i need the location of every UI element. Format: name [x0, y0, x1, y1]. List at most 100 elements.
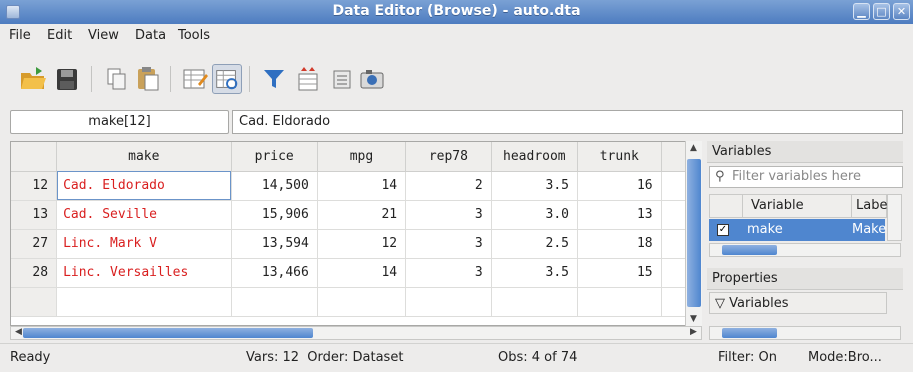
- column-header-make[interactable]: make: [56, 142, 232, 172]
- properties-horizontal-scrollbar[interactable]: [709, 326, 901, 340]
- cell-trunk[interactable]: 16: [577, 171, 662, 201]
- cell-trunk[interactable]: 15: [577, 258, 662, 288]
- cell-trunk[interactable]: 18: [577, 229, 662, 259]
- close-button[interactable]: ✕: [893, 3, 910, 20]
- window-title: Data Editor (Browse) - auto.dta: [332, 3, 581, 19]
- cell-make[interactable]: Cad. Eldorado: [56, 171, 232, 201]
- status-bar: Ready Vars: 12 Order: Dataset Obs: 4 of …: [0, 343, 913, 372]
- properties-variables-section[interactable]: ▽ Variables: [709, 292, 887, 314]
- cell-price[interactable]: 13,466: [231, 258, 318, 288]
- cell-trunk[interactable]: 13: [577, 200, 662, 230]
- edit-mode-icon[interactable]: [180, 64, 210, 94]
- toolbar-separator: [170, 66, 171, 92]
- column-header-mpg[interactable]: mpg: [317, 142, 407, 172]
- cell-rep78[interactable]: 3: [405, 200, 492, 230]
- variable-checkbox[interactable]: ✓: [717, 224, 729, 236]
- variable-row-make[interactable]: ✓ make Make: [709, 219, 887, 241]
- variables-horizontal-scrollbar[interactable]: [709, 243, 901, 257]
- table-row[interactable]: 13 Cad. Seville 15,906 21 3 3.0 13: [11, 200, 701, 230]
- scrollbar-thumb[interactable]: [23, 328, 313, 338]
- filter-icon[interactable]: [259, 64, 289, 94]
- title-bar[interactable]: Data Editor (Browse) - auto.dta ▁ □ ✕: [0, 0, 913, 24]
- scroll-up-arrow-icon[interactable]: ▲: [686, 143, 701, 153]
- variable-name: make: [747, 222, 783, 237]
- scrollbar-thumb[interactable]: [687, 159, 701, 307]
- variables-manager-icon[interactable]: [293, 64, 323, 94]
- properties-panel: Properties ▽ Variables: [707, 268, 903, 340]
- variables-panel-title: Variables: [707, 141, 903, 163]
- status-filter: Filter: On: [718, 350, 777, 365]
- cell-headroom[interactable]: 3.5: [491, 171, 578, 201]
- cell-headroom[interactable]: 3.5: [491, 258, 578, 288]
- minimize-button[interactable]: ▁: [853, 3, 870, 20]
- cell-rep78[interactable]: 2: [405, 171, 492, 201]
- collapse-triangle-icon: ▽: [715, 296, 730, 311]
- grid-corner[interactable]: [11, 142, 58, 172]
- cell-headroom[interactable]: 2.5: [491, 229, 578, 259]
- table-row[interactable]: 27 Linc. Mark V 13,594 12 3 2.5 18: [11, 229, 701, 259]
- row-number[interactable]: 12: [11, 171, 58, 201]
- cell-make[interactable]: Linc. Mark V: [56, 229, 232, 259]
- properties-icon[interactable]: [327, 64, 357, 94]
- grid-horizontal-scrollbar[interactable]: ◀ ▶: [10, 326, 702, 340]
- column-header-rep78[interactable]: rep78: [405, 142, 492, 172]
- open-folder-icon[interactable]: [18, 64, 48, 94]
- cell-rep78[interactable]: 3: [405, 258, 492, 288]
- snapshot-camera-icon[interactable]: [357, 64, 387, 94]
- cell-editor-bar: make[12] Cad. Eldorado: [0, 108, 913, 136]
- menu-file[interactable]: File: [9, 28, 31, 43]
- variables-vertical-scrollbar[interactable]: [887, 194, 902, 241]
- menu-view[interactable]: View: [88, 28, 119, 43]
- status-obs: Obs: 4 of 74: [498, 350, 578, 365]
- cell-price[interactable]: 13,594: [231, 229, 318, 259]
- cell-make[interactable]: Linc. Versailles: [56, 258, 232, 288]
- menu-data[interactable]: Data: [135, 28, 166, 43]
- cell-rep78[interactable]: 3: [405, 229, 492, 259]
- save-icon[interactable]: [52, 64, 82, 94]
- grid-vertical-scrollbar[interactable]: ▲ ▼: [685, 141, 702, 326]
- variable-label: Make: [852, 222, 887, 237]
- cell-mpg[interactable]: 14: [317, 258, 407, 288]
- cell-price[interactable]: 14,500: [231, 171, 318, 201]
- cell-headroom[interactable]: 3.0: [491, 200, 578, 230]
- cell-empty: [231, 287, 318, 317]
- scroll-right-arrow-icon[interactable]: ▶: [686, 327, 701, 337]
- maximize-button[interactable]: □: [873, 3, 890, 20]
- cell-empty: [317, 287, 407, 317]
- data-editor-window: Data Editor (Browse) - auto.dta ▁ □ ✕ Fi…: [0, 0, 913, 372]
- label-column-header[interactable]: Label: [851, 194, 891, 218]
- column-header-trunk[interactable]: trunk: [577, 142, 662, 172]
- cell-mpg[interactable]: 21: [317, 200, 407, 230]
- paste-icon[interactable]: [133, 64, 163, 94]
- cell-value-field[interactable]: Cad. Eldorado: [232, 110, 903, 134]
- scrollbar-thumb[interactable]: [722, 245, 777, 255]
- cell-empty: [405, 287, 492, 317]
- cell-mpg[interactable]: 12: [317, 229, 407, 259]
- table-row[interactable]: 12 Cad. Eldorado 14,500 14 2 3.5 16: [11, 171, 701, 201]
- copy-icon[interactable]: [101, 64, 131, 94]
- toolbar-separator: [91, 66, 92, 92]
- data-grid[interactable]: make price mpg rep78 headroom trunk 12 C…: [10, 141, 702, 326]
- table-row-empty: [11, 287, 701, 317]
- cell-price[interactable]: 15,906: [231, 200, 318, 230]
- row-number-empty: [11, 287, 58, 317]
- cell-make[interactable]: Cad. Seville: [56, 200, 232, 230]
- row-number[interactable]: 13: [11, 200, 58, 230]
- checkbox-column-header[interactable]: [709, 194, 743, 218]
- filter-variables-input[interactable]: ⚲ Filter variables here: [709, 166, 903, 188]
- column-header-headroom[interactable]: headroom: [491, 142, 578, 172]
- scrollbar-thumb[interactable]: [722, 328, 777, 338]
- row-number[interactable]: 28: [11, 258, 58, 288]
- cell-empty: [491, 287, 578, 317]
- column-header-price[interactable]: price: [231, 142, 318, 172]
- table-row[interactable]: 28 Linc. Versailles 13,466 14 3 3.5 15: [11, 258, 701, 288]
- menu-bar: File Edit View Data Tools: [0, 24, 913, 48]
- menu-tools[interactable]: Tools: [178, 28, 210, 43]
- row-number[interactable]: 27: [11, 229, 58, 259]
- variable-column-header[interactable]: Variable: [742, 194, 852, 218]
- cell-mpg[interactable]: 14: [317, 171, 407, 201]
- menu-edit[interactable]: Edit: [47, 28, 72, 43]
- browse-mode-icon[interactable]: [212, 64, 242, 94]
- status-ready: Ready: [10, 350, 51, 365]
- scroll-down-arrow-icon[interactable]: ▼: [686, 314, 701, 324]
